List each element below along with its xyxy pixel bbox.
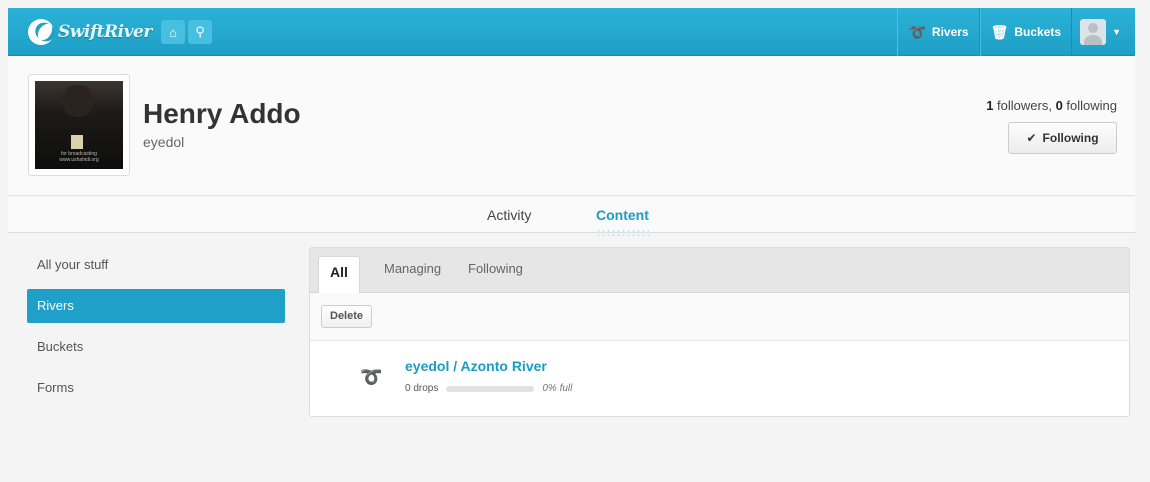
tab-activity[interactable]: Activity [487,207,531,223]
delete-button[interactable]: Delete [321,305,373,328]
sidebar-item-all-your-stuff[interactable]: All your stuff [27,248,285,282]
profile-handle: eyedol [143,134,185,150]
sidebar-item-rivers[interactable]: Rivers [27,289,285,323]
tab-managing[interactable]: Managing [384,261,441,276]
search-button[interactable]: ⚲ [188,20,212,44]
nav-buckets-label: Buckets [1014,25,1062,39]
sidebar-item-forms[interactable]: Forms [27,371,285,405]
river-icon: ➰ [360,367,383,387]
swiftriver-logo-icon [28,19,54,45]
profile-name: Henry Addo [143,98,301,129]
drop-count: 0 drops [405,383,439,394]
river-fill-label: 0% full [542,383,573,394]
river-fill-bar [446,385,535,392]
nav-rivers[interactable]: ➰ Rivers [897,8,980,56]
sidebar: All your stuff Rivers Buckets Forms [27,248,285,412]
content-panel: All Managing Following Delete ➰ eyedol /… [309,247,1130,417]
follow-counts: 1 followers, 0 following [986,98,1117,113]
bucket-icon: 🗑 [990,23,1009,40]
content-filter-tabs: All Managing Following [310,248,1129,293]
sidebar-item-buckets[interactable]: Buckets [27,330,285,364]
home-button[interactable]: ⌂ [161,20,185,44]
check-icon: ✔ [1026,131,1037,145]
swiftriver-logo[interactable]: SwiftRiver [28,18,152,46]
logo-text: SwiftRiver [58,22,152,42]
profile-tabs: Activity Content [8,197,1135,237]
content-toolbar: Delete [310,293,1129,341]
river-meta: 0 drops 0% full [405,383,572,394]
top-navbar: SwiftRiver ⌂ ⚲ ➰ Rivers 🗑 Buckets ▼ [8,8,1135,56]
tab-content[interactable]: Content [596,207,649,237]
following-button[interactable]: ✔ Following [1008,122,1117,154]
river-title-link[interactable]: eyedol / Azonto River [405,358,547,374]
tab-all[interactable]: All [318,256,360,293]
nav-buckets[interactable]: 🗑 Buckets [979,8,1073,56]
list-item[interactable]: ➰ eyedol / Azonto River 0 drops 0% full [310,343,1129,413]
river-icon: ➰ [908,23,926,40]
shirt-logo-icon [71,135,83,149]
profile-header: for broadcasting www.ushahidi.org Henry … [8,56,1135,196]
profile-photo: for broadcasting www.ushahidi.org [28,74,130,176]
following-count[interactable]: 0 [1056,98,1063,113]
tab-following[interactable]: Following [468,261,523,276]
home-icon: ⌂ [169,24,177,40]
user-avatar-menu[interactable] [1080,19,1107,45]
chevron-down-icon[interactable]: ▼ [1112,27,1121,37]
nav-rivers-label: Rivers [931,25,969,39]
search-icon: ⚲ [195,24,205,39]
photo-caption: for broadcasting www.ushahidi.org [59,151,99,163]
